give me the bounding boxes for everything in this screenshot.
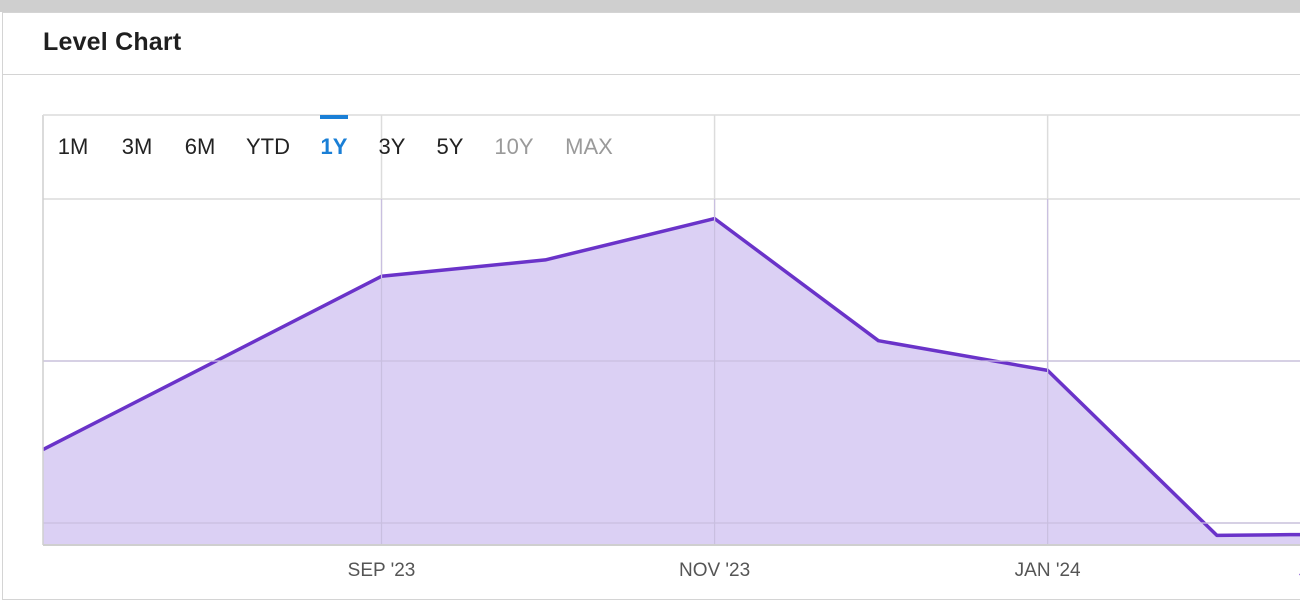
x-tick-label: NOV '23 bbox=[679, 560, 750, 581]
range-button-ytd[interactable]: YTD bbox=[246, 134, 290, 159]
range-button-3m[interactable]: 3M bbox=[122, 134, 153, 159]
x-tick-label: JAN '24 bbox=[1015, 560, 1081, 581]
x-axis-tick-labels: SEP '23NOV '23JAN '24MAR '24 bbox=[348, 560, 1081, 581]
range-button-label: 1M bbox=[58, 134, 89, 159]
range-button-10y: 10Y bbox=[494, 134, 533, 159]
range-button-label: MAX bbox=[565, 134, 613, 159]
range-button-label: 5Y bbox=[437, 134, 464, 159]
range-button-1y[interactable]: 1Y bbox=[320, 115, 348, 159]
range-button-label: 10Y bbox=[494, 134, 533, 159]
selected-range-indicator bbox=[320, 115, 348, 119]
range-button-5y[interactable]: 5Y bbox=[437, 134, 464, 159]
range-button-label: 3Y bbox=[379, 134, 406, 159]
level-chart: SEP '23NOV '23JAN '24MAR '24 1M3M6MYTD1Y… bbox=[42, 114, 1300, 581]
x-tick-label: SEP '23 bbox=[348, 560, 416, 581]
range-button-max: MAX bbox=[565, 134, 613, 159]
range-button-label: YTD bbox=[246, 134, 290, 159]
range-button-6m[interactable]: 6M bbox=[185, 134, 216, 159]
range-selector[interactable]: 1M 3M 6M YTD 1Y 3Y 5Y 10Y MAX bbox=[58, 115, 613, 159]
range-button-label: 6M bbox=[185, 134, 216, 159]
range-button-label: 3M bbox=[122, 134, 153, 159]
range-button-label: 1Y bbox=[321, 134, 348, 159]
series-area bbox=[43, 218, 1300, 576]
range-button-1m[interactable]: 1M bbox=[58, 134, 89, 159]
range-button-3y[interactable]: 3Y bbox=[379, 134, 406, 159]
